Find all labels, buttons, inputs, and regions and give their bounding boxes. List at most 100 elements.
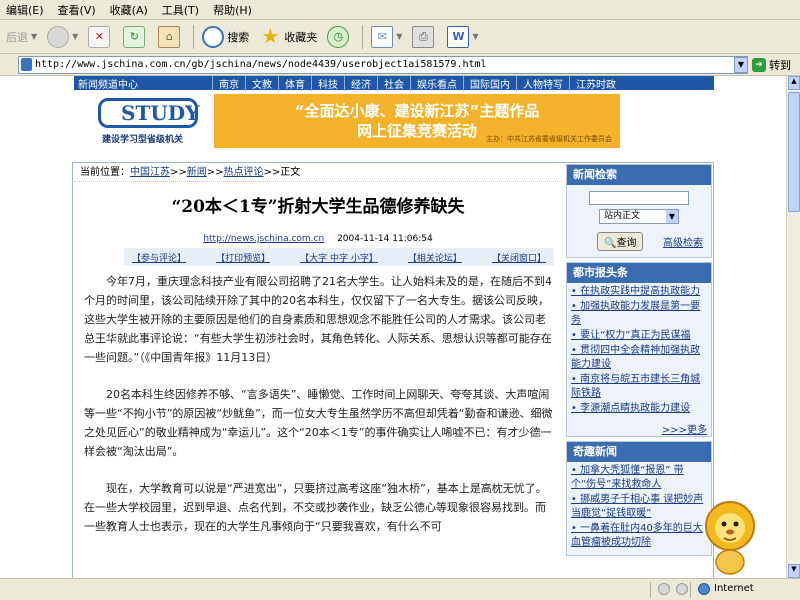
print-preview-link[interactable]: 【打印预览】: [216, 251, 270, 264]
menu-edit[interactable]: 编辑(E): [6, 2, 44, 18]
close-window-link[interactable]: 【关闭窗口】: [492, 251, 546, 264]
back-dropdown-icon[interactable]: ▼: [31, 32, 37, 41]
back-button[interactable]: 后退 ▼: [2, 23, 41, 51]
study-logo[interactable]: STUDY 建设学习型省级机关: [98, 94, 210, 146]
nav-item[interactable]: 经济: [344, 76, 377, 91]
address-bar: http://www.jschina.com.cn/gb/jschina/new…: [0, 54, 800, 76]
article-paragraph: 今年7月，重庆理念科技产业有限公司招聘了21名大学生。让人始料未及的是，在随后不…: [84, 275, 552, 364]
nav-item[interactable]: 社会: [377, 76, 410, 91]
article-paragraph: 20名本科生终因修养不够、“言多语失”、睡懒觉、工作时间上网聊天、夸夸其谈、大声…: [84, 388, 553, 458]
popup-blocker-icon[interactable]: [658, 583, 670, 595]
headline-text: 要让“权力”真正为民谋福: [580, 330, 691, 341]
address-input[interactable]: http://www.jschina.com.cn/gb/jschina/new…: [18, 56, 748, 74]
search-button[interactable]: 搜索: [198, 23, 253, 51]
nav-item[interactable]: 人物特写: [516, 76, 569, 91]
forward-button[interactable]: ▼: [43, 23, 82, 51]
home-button[interactable]: ⌂: [154, 23, 187, 51]
favorites-button[interactable]: ★ 收藏夹: [255, 23, 321, 51]
breadcrumb-link[interactable]: 中国江苏: [130, 167, 170, 178]
odd-news-link[interactable]: • 挪威男子千相心事 误把妙声当鹿觉“捉钱取暖”: [571, 493, 707, 521]
odd-news-link[interactable]: • 一鼻着在肚内40多年的巨大血管瘤被成功切除: [571, 522, 707, 550]
search-icon: [202, 25, 225, 48]
search-scope-select[interactable]: 站内正文 ▼: [599, 209, 679, 224]
vertical-scrollbar[interactable]: ▲ ▼: [786, 76, 800, 578]
toolbar-separator: [362, 24, 364, 49]
menu-tools[interactable]: 工具(T): [162, 2, 199, 18]
favorites-label: 收藏夹: [284, 30, 318, 44]
nav-item[interactable]: 文教: [245, 76, 278, 91]
odd-news-text: 加拿大秃狐懂“报恩” 带个“伤号”来找救命人: [571, 465, 684, 490]
menu-favorites[interactable]: 收藏(A): [110, 2, 148, 18]
forum-link[interactable]: 【相关论坛】: [408, 251, 462, 264]
breadcrumb-link[interactable]: 热点评论: [224, 167, 264, 178]
odd-news-title: 奇趣新闻: [567, 442, 711, 462]
article-paragraph: 现在，大学教育可以说是“严进宽出”，只要挤过高考这座“独木桥”，基本上是高枕无忧…: [84, 482, 547, 533]
headline-text: 加强执政能力发展是第一要务: [571, 301, 701, 326]
article-meta: http://news.jschina.com.cn 2004-11-14 11…: [74, 234, 562, 244]
site-nav-items: 南京 文教 体育 科技 经济 社会 娱乐看点 国际国内 人物特写 江苏时政: [212, 76, 622, 91]
scroll-down-icon[interactable]: ▼: [788, 564, 800, 578]
advanced-search-link[interactable]: 高级检索: [663, 234, 703, 249]
scroll-up-icon[interactable]: ▲: [788, 76, 800, 90]
article-tools: 【参与评论】 【打印预览】 【大字 中字 小字】 【相关论坛】 【关闭窗口】: [124, 248, 554, 266]
city-headlines-list: • 在执政实践中提高执政能力 • 加强执政能力发展是第一要务 • 要让“权力”真…: [567, 283, 711, 421]
nav-item[interactable]: 江苏时政: [569, 76, 622, 91]
stop-icon: ✕: [88, 25, 111, 48]
print-button[interactable]: ⎙: [408, 23, 441, 51]
headline-link[interactable]: • 贯彻四中全会精神加强执政能力建设: [571, 344, 707, 372]
headline-link[interactable]: • 要让“权力”真正为民谋福: [571, 329, 707, 343]
headline-link[interactable]: • 加强执政能力发展是第一要务: [571, 300, 707, 328]
page-icon: [21, 58, 32, 71]
status-divider: [690, 582, 691, 598]
font-size-links[interactable]: 【大字 中字 小字】: [300, 251, 378, 264]
city-headlines-box: 都市报头条 • 在执政实践中提高执政能力 • 加强执政能力发展是第一要务 • 要…: [566, 262, 712, 437]
news-search-input[interactable]: [589, 191, 689, 205]
toolbar-separator: [193, 24, 195, 49]
headline-link[interactable]: • 南京将与皖五市建长三角城际铁路: [571, 373, 707, 401]
forward-dropdown-icon[interactable]: ▼: [72, 32, 78, 41]
edit-button[interactable]: W ▼: [443, 23, 482, 51]
nav-item[interactable]: 南京: [212, 76, 245, 91]
logo-wordmark: STUDY: [98, 98, 199, 128]
publish-date: 2004-11-14 11:06:54: [337, 234, 433, 244]
article-body: 今年7月，重庆理念科技产业有限公司招聘了21名大学生。让人始料未及的是，在随后不…: [84, 272, 556, 554]
edit-dropdown-icon[interactable]: ▼: [472, 32, 478, 41]
source-link[interactable]: http://news.jschina.com.cn: [203, 234, 324, 244]
stop-button[interactable]: ✕: [84, 23, 117, 51]
nav-item[interactable]: 科技: [311, 76, 344, 91]
mail-button[interactable]: ✉ ▼: [367, 23, 406, 51]
go-label: 转到: [769, 59, 791, 72]
banner-line1: “全面达小康、建设新江苏”主题作品: [294, 102, 540, 120]
nav-item[interactable]: 体育: [278, 76, 311, 91]
headline-link[interactable]: • 在执政实践中提高执政能力: [571, 285, 707, 299]
menu-view[interactable]: 查看(V): [58, 2, 96, 18]
odd-news-link[interactable]: • 加拿大秃狐懂“报恩” 带个“伤号”来找救命人: [571, 464, 707, 492]
refresh-button[interactable]: ↻: [119, 23, 152, 51]
menu-help[interactable]: 帮助(H): [213, 2, 252, 18]
go-button[interactable]: ➜ 转到: [752, 56, 791, 74]
site-home-link[interactable]: 新闻频道中心: [74, 76, 212, 91]
comment-link[interactable]: 【参与评论】: [132, 251, 186, 264]
headline-link[interactable]: • 李源潮点睛执政能力建设: [571, 402, 707, 416]
address-dropdown-icon[interactable]: ▼: [734, 57, 748, 73]
site-nav: 新闻频道中心 南京 文教 体育 科技 经济 社会 娱乐看点 国际国内 人物特写 …: [74, 76, 714, 91]
breadcrumb-link[interactable]: 新闻: [187, 167, 207, 178]
word-icon: W: [447, 25, 470, 48]
more-link[interactable]: >>>更多: [567, 421, 711, 436]
history-button[interactable]: ◷: [323, 23, 356, 51]
home-icon: ⌂: [158, 25, 181, 48]
breadcrumb-prefix: 当前位置：: [80, 167, 130, 178]
mail-dropdown-icon[interactable]: ▼: [396, 32, 402, 41]
refresh-icon: ↻: [123, 25, 146, 48]
scroll-thumb[interactable]: [788, 92, 800, 212]
article-column: 当前位置：中国江苏>>新闻>>热点评论>>正文 “20本＜1专”折射大学生品德修…: [74, 164, 562, 578]
nav-item[interactable]: 国际国内: [463, 76, 516, 91]
article-title: “20本＜1专”折射大学生品德修养缺失: [171, 197, 465, 217]
promo-banner[interactable]: “全面达小康、建设新江苏”主题作品 网上征集竞赛活动 主办：中共江苏省委省级机关…: [214, 94, 620, 148]
security-icon[interactable]: [676, 583, 688, 595]
search-label: 搜索: [227, 30, 250, 44]
back-label: 后退: [6, 30, 28, 44]
search-submit-button[interactable]: 🔍查询: [597, 232, 644, 251]
lion-mascot-icon[interactable]: [700, 496, 760, 576]
nav-item[interactable]: 娱乐看点: [410, 76, 463, 91]
